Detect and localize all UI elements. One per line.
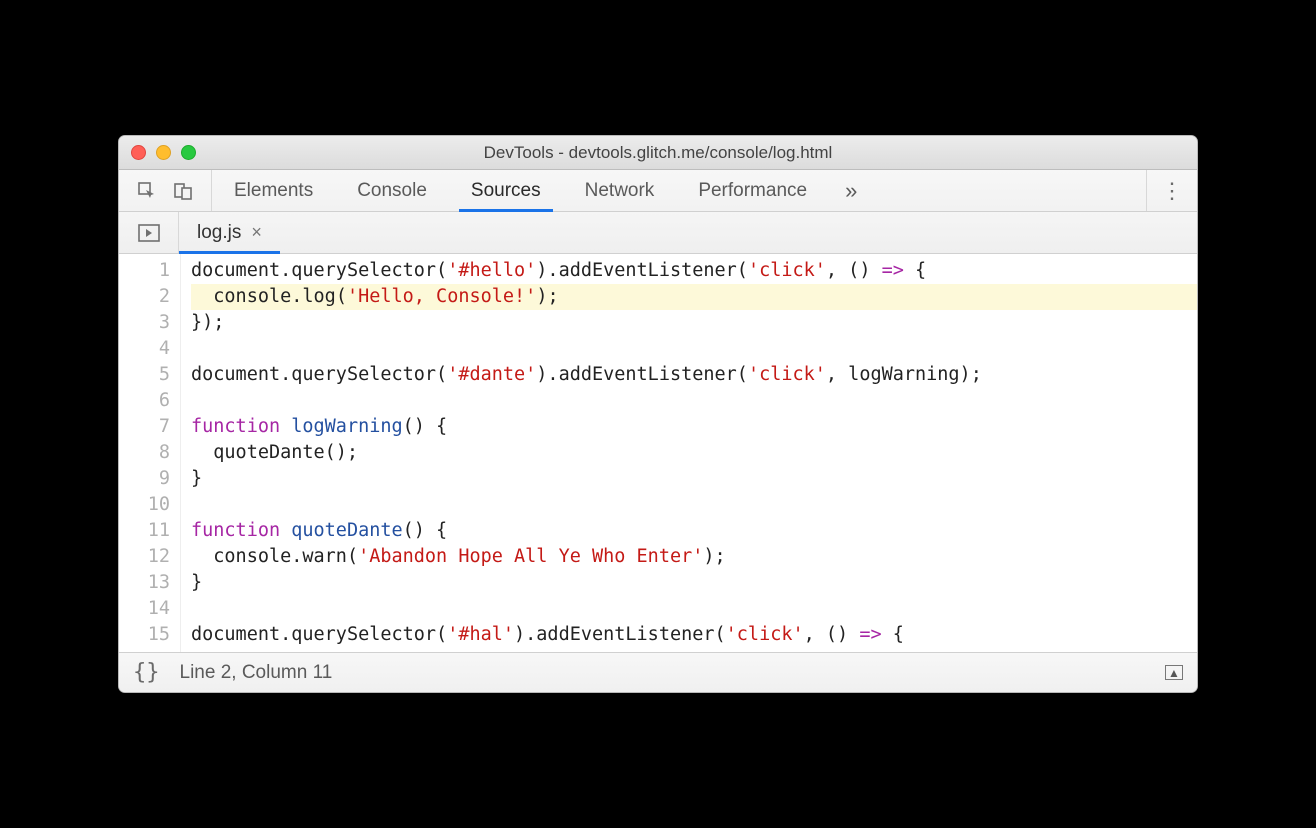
kebab-menu-button[interactable]: ⋮ [1146,170,1197,211]
pretty-print-button[interactable]: {} [133,660,160,685]
sources-tabstrip: log.js × [119,212,1197,254]
line-number: 6 [119,388,170,414]
line-number: 12 [119,544,170,570]
cursor-position: Line 2, Column 11 [180,662,333,684]
window-title: DevTools - devtools.glitch.me/console/lo… [119,143,1197,163]
line-number: 8 [119,440,170,466]
line-number-gutter: 123456789101112131415 [119,254,181,652]
file-tab-log-js[interactable]: log.js × [179,212,280,253]
code-line[interactable]: } [191,466,1197,492]
code-line[interactable]: function logWarning() { [191,414,1197,440]
window-titlebar: DevTools - devtools.glitch.me/console/lo… [119,136,1197,170]
line-number: 13 [119,570,170,596]
line-number: 7 [119,414,170,440]
code-line[interactable] [191,596,1197,622]
line-number: 3 [119,310,170,336]
close-window-button[interactable] [131,145,146,160]
line-number: 2 [119,284,170,310]
code-line[interactable]: document.querySelector('#hello').addEven… [191,258,1197,284]
line-number: 14 [119,596,170,622]
line-number: 11 [119,518,170,544]
code-line[interactable] [191,492,1197,518]
devtools-toolbar: ElementsConsoleSourcesNetworkPerformance… [119,170,1197,212]
panel-tabs: ElementsConsoleSourcesNetworkPerformance [212,170,829,211]
code-line[interactable]: } [191,570,1197,596]
code-area[interactable]: document.querySelector('#hello').addEven… [181,254,1197,652]
kebab-menu-icon: ⋮ [1161,178,1183,204]
show-console-drawer-button[interactable]: ▲ [1165,665,1183,680]
tab-console[interactable]: Console [335,170,449,211]
line-number: 10 [119,492,170,518]
code-line[interactable] [191,388,1197,414]
line-number: 15 [119,622,170,648]
code-line[interactable]: }); [191,310,1197,336]
editor-statusbar: {} Line 2, Column 11 ▲ [119,652,1197,692]
tab-elements[interactable]: Elements [212,170,335,211]
more-tabs-button[interactable]: » [829,170,873,211]
inspect-element-icon[interactable] [137,181,157,201]
code-line[interactable]: quoteDante(); [191,440,1197,466]
code-line[interactable]: console.warn('Abandon Hope All Ye Who En… [191,544,1197,570]
zoom-window-button[interactable] [181,145,196,160]
code-line[interactable]: document.querySelector('#dante').addEven… [191,362,1197,388]
toolbar-left [119,170,212,211]
tab-network[interactable]: Network [563,170,677,211]
line-number: 5 [119,362,170,388]
minimize-window-button[interactable] [156,145,171,160]
traffic-lights [131,145,196,160]
code-line[interactable]: function quoteDante() { [191,518,1197,544]
code-line[interactable] [191,336,1197,362]
tab-sources[interactable]: Sources [449,170,563,211]
line-number: 1 [119,258,170,284]
code-line[interactable]: document.querySelector('#hal').addEventL… [191,622,1197,648]
tab-performance[interactable]: Performance [676,170,829,211]
file-tab-label: log.js [197,222,241,244]
chevron-up-icon: ▲ [1165,665,1183,680]
code-line[interactable]: console.log('Hello, Console!'); [191,284,1197,310]
line-number: 4 [119,336,170,362]
navigator-toggle-button[interactable] [119,212,179,253]
code-editor[interactable]: 123456789101112131415 document.querySele… [119,254,1197,652]
device-toolbar-icon[interactable] [173,181,193,201]
line-number: 9 [119,466,170,492]
devtools-window: DevTools - devtools.glitch.me/console/lo… [118,135,1198,693]
close-icon[interactable]: × [251,222,262,243]
